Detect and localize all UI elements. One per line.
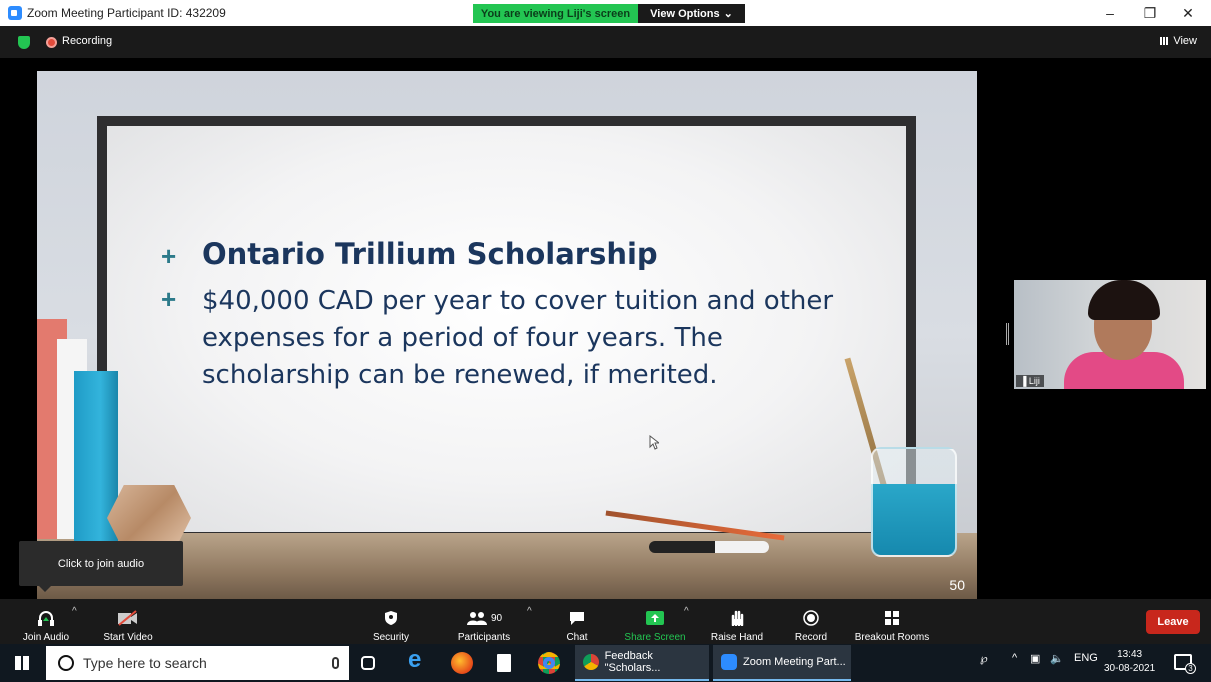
- recording-icon: [46, 37, 57, 48]
- participants-icon: 90: [459, 609, 509, 627]
- join-audio-button[interactable]: Join Audio: [20, 603, 72, 643]
- share-screen-button[interactable]: Share Screen: [622, 603, 688, 643]
- leave-button[interactable]: Leave: [1146, 610, 1200, 634]
- participants-label: Participants: [457, 632, 511, 643]
- slide-title: Ontario Trillium Scholarship: [202, 237, 658, 271]
- notification-count-badge: 3: [1185, 663, 1196, 674]
- bullet-plus-icon: +: [161, 241, 177, 271]
- signal-bars-icon: ▐: [1020, 376, 1027, 386]
- marker-pen: [649, 541, 769, 553]
- windows-start-icon[interactable]: [15, 656, 29, 670]
- share-screen-label: Share Screen: [624, 632, 686, 643]
- mouse-cursor-icon: [649, 435, 659, 450]
- chat-bubble-icon: [566, 609, 588, 627]
- breakout-rooms-label: Breakout Rooms: [854, 632, 930, 643]
- show-hidden-icons-icon[interactable]: ^: [1012, 652, 1017, 664]
- taskbar-feedback-window[interactable]: Feedback "Scholars...: [575, 645, 709, 681]
- slide-body: $40,000 CAD per year to cover tuition an…: [202, 286, 834, 390]
- join-audio-tooltip: Click to join audio: [19, 541, 183, 592]
- video-off-icon: [117, 609, 139, 627]
- chat-button[interactable]: Chat: [563, 603, 591, 643]
- meeting-topbar: [0, 26, 1211, 58]
- start-video-button[interactable]: Start Video: [100, 603, 156, 643]
- participants-button[interactable]: 90 Participants: [454, 603, 514, 643]
- view-label: View: [1173, 35, 1197, 47]
- clock-time: 13:43: [1117, 649, 1143, 660]
- participants-caret-icon[interactable]: ^: [527, 606, 532, 617]
- search-placeholder: Type here to search: [83, 655, 207, 671]
- minimize-button[interactable]: –: [1090, 0, 1130, 26]
- raise-hand-icon: [726, 609, 748, 627]
- view-options-button[interactable]: View Options ⌄: [638, 4, 745, 23]
- recording-label: Recording: [62, 35, 113, 47]
- bullet-plus-icon: +: [161, 284, 177, 314]
- participant-video-thumbnail[interactable]: ▐ Liji: [1014, 280, 1206, 389]
- taskbar-feedback-label: Feedback "Scholars...: [604, 650, 661, 674]
- participant-name: Liji: [1028, 376, 1040, 386]
- thumbnail-drag-handle[interactable]: [1006, 323, 1009, 345]
- participant-hair: [1088, 280, 1160, 320]
- chat-label: Chat: [566, 632, 588, 643]
- view-button[interactable]: View: [1160, 35, 1197, 47]
- record-icon: [800, 609, 822, 627]
- security-button[interactable]: Security: [370, 603, 412, 643]
- raise-hand-button[interactable]: Raise Hand: [708, 603, 766, 643]
- participant-count: 90: [490, 612, 503, 624]
- headphones-icon: [35, 609, 57, 627]
- breakout-rooms-icon: [881, 609, 903, 627]
- share-options-caret-icon[interactable]: ^: [684, 606, 689, 617]
- security-label: Security: [372, 632, 410, 643]
- record-button[interactable]: Record: [792, 603, 830, 643]
- microphone-icon[interactable]: [332, 657, 339, 669]
- clock-date: 30-08-2021: [1104, 663, 1156, 674]
- task-view-icon[interactable]: [361, 656, 375, 670]
- raise-hand-label: Raise Hand: [710, 632, 764, 643]
- participant-name-label: ▐ Liji: [1016, 375, 1044, 387]
- close-button[interactable]: ✕: [1168, 0, 1208, 26]
- view-options-label: View Options: [650, 7, 720, 20]
- language-indicator[interactable]: ENG: [1074, 652, 1098, 664]
- zoom-app-icon: [721, 654, 737, 670]
- breakout-rooms-button[interactable]: Breakout Rooms: [852, 603, 932, 643]
- security-shield-icon[interactable]: [18, 36, 30, 49]
- network-icon[interactable]: ▣: [1030, 652, 1040, 665]
- audio-options-caret-icon[interactable]: ^: [72, 606, 77, 617]
- firefox-icon[interactable]: [451, 652, 473, 674]
- chevron-down-icon: ⌄: [723, 8, 733, 20]
- restore-button[interactable]: ❐: [1130, 0, 1170, 26]
- viewing-screen-banner: You are viewing Liji's screen: [473, 4, 638, 23]
- meeting-toolbar: [0, 599, 1211, 644]
- grid-view-icon: [1160, 37, 1170, 45]
- start-video-label: Start Video: [103, 632, 153, 643]
- taskbar-clock[interactable]: 13:43 30-08-2021: [1104, 648, 1155, 676]
- chrome-icon: [583, 654, 599, 670]
- window-title: Zoom Meeting Participant ID: 432209: [27, 6, 226, 20]
- shield-icon: [380, 609, 402, 627]
- zoom-logo-icon: [8, 6, 22, 20]
- join-audio-label: Join Audio: [22, 632, 70, 643]
- cortana-icon: [58, 655, 74, 671]
- taskbar-zoom-window[interactable]: Zoom Meeting Part...: [713, 645, 851, 681]
- shared-screen: + + Ontario Trillium Scholarship $40,000…: [37, 71, 977, 599]
- chrome-icon[interactable]: [538, 652, 560, 674]
- document-app-icon[interactable]: [497, 654, 511, 672]
- record-label: Record: [794, 632, 828, 643]
- taskbar-zoom-label: Zoom Meeting Part...: [743, 656, 846, 668]
- volume-muted-icon[interactable]: 🔈: [1050, 652, 1064, 665]
- edge-browser-icon[interactable]: e: [408, 646, 430, 673]
- slide-page-number: 50: [949, 577, 965, 593]
- water-jar: [871, 447, 957, 557]
- share-screen-icon: [644, 609, 666, 627]
- taskbar-search-box[interactable]: Type here to search: [46, 646, 349, 680]
- notification-center-icon[interactable]: 3: [1174, 654, 1196, 674]
- people-icon[interactable]: ℘: [980, 652, 988, 665]
